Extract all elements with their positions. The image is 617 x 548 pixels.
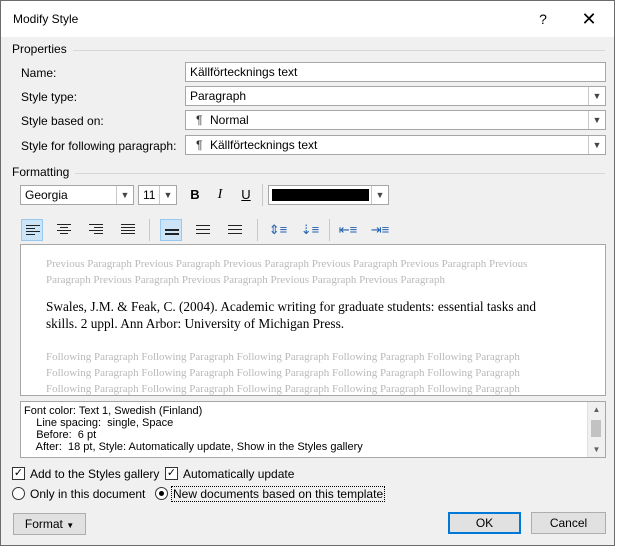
- chevron-down-icon[interactable]: ▼: [116, 186, 133, 204]
- formatting-section-label: Formatting: [12, 165, 70, 179]
- align-left-button[interactable]: [21, 219, 43, 241]
- style-based-on-value: Normal: [210, 113, 249, 127]
- paragraph-mark-icon: ¶: [196, 138, 203, 152]
- description-line: After: 18 pt, Style: Automatically updat…: [24, 441, 363, 453]
- properties-divider: [73, 50, 605, 51]
- scrollbar-thumb[interactable]: [591, 420, 601, 437]
- increase-indent-button[interactable]: ⇥≡: [369, 219, 391, 241]
- align-left-icon: [26, 225, 40, 237]
- chevron-down-icon[interactable]: ▼: [588, 87, 605, 105]
- font-color-dropdown[interactable]: ▼: [268, 185, 389, 205]
- increase-indent-icon: ⇥≡: [370, 222, 390, 237]
- new-documents-label[interactable]: New documents based on this template: [171, 486, 386, 502]
- dialog-title: Modify Style: [13, 12, 79, 26]
- sample-paragraph-text: Swales, J.M. & Feak, C. (2004). Academic…: [46, 299, 537, 331]
- justify-button[interactable]: [117, 219, 139, 241]
- format-button[interactable]: Format ▼: [13, 513, 86, 535]
- name-field[interactable]: Källförtecknings text: [185, 62, 606, 82]
- format-button-label: Format: [24, 517, 63, 531]
- style-type-value: Paragraph: [190, 89, 247, 103]
- toolbar-separator: [149, 219, 150, 241]
- style-type-dropdown[interactable]: Paragraph ▼: [185, 86, 606, 106]
- chevron-down-icon[interactable]: ▼: [588, 136, 605, 154]
- following-paragraph-value: Källförtecknings text: [210, 138, 318, 152]
- toolbar-separator: [262, 184, 263, 206]
- following-line: Following Paragraph Following Paragraph …: [46, 351, 520, 363]
- radio-selected-dot: [159, 491, 164, 496]
- align-right-icon: [89, 224, 103, 236]
- previous-paragraph-text: Previous Paragraph Previous Paragraph Pr…: [46, 258, 528, 286]
- paragraph-mark-icon: ¶: [196, 113, 203, 127]
- align-right-button[interactable]: [85, 219, 107, 241]
- double-spacing-icon: [228, 224, 242, 236]
- font-dropdown[interactable]: Georgia ▼: [20, 185, 134, 205]
- align-center-icon: [57, 224, 71, 236]
- style-based-on-label: Style based on:: [21, 114, 104, 128]
- checkmark-icon: ✓: [13, 467, 24, 479]
- single-spacing-button[interactable]: [160, 219, 182, 241]
- name-value: Källförtecknings text: [190, 65, 298, 79]
- chevron-down-icon[interactable]: ▼: [159, 186, 176, 204]
- align-center-button[interactable]: [53, 219, 75, 241]
- style-preview-pane: Previous Paragraph Previous Paragraph Pr…: [20, 244, 606, 396]
- scroll-up-icon[interactable]: ▲: [588, 405, 605, 414]
- underline-button[interactable]: U: [235, 184, 257, 206]
- ok-button[interactable]: OK: [448, 512, 521, 534]
- close-icon[interactable]: ✕: [571, 6, 607, 32]
- decrease-indent-button[interactable]: ⇤≡: [337, 219, 359, 241]
- title-bar: Modify Style ? ✕: [1, 1, 614, 37]
- following-line: Following Paragraph Following Paragraph …: [46, 383, 520, 395]
- double-spacing-button[interactable]: [224, 219, 246, 241]
- add-to-gallery-label[interactable]: Add to the Styles gallery: [30, 467, 159, 481]
- paragraph-spacing-up-icon: ⇕≡: [268, 222, 288, 237]
- auto-update-checkbox[interactable]: ✓: [165, 467, 178, 480]
- single-spacing-icon: [165, 225, 179, 237]
- add-to-gallery-checkbox[interactable]: ✓: [12, 467, 25, 480]
- chevron-down-icon: ▼: [66, 521, 75, 530]
- font-color-swatch: [272, 189, 369, 201]
- bold-button[interactable]: B: [184, 184, 206, 206]
- decrease-paragraph-spacing-button[interactable]: ⇣≡: [299, 219, 321, 241]
- new-documents-radio[interactable]: [155, 487, 168, 500]
- following-paragraph-text: Following Paragraph Following Paragraph …: [46, 349, 566, 397]
- name-label: Name:: [21, 66, 57, 80]
- paragraph-spacing-down-icon: ⇣≡: [300, 222, 320, 237]
- following-paragraph-dropdown[interactable]: ¶ Källförtecknings text ▼: [185, 135, 606, 155]
- italic-button[interactable]: I: [209, 184, 231, 206]
- properties-section-label: Properties: [12, 42, 67, 56]
- description-line: Before: 6 pt: [24, 429, 97, 441]
- following-paragraph-label: Style for following paragraph:: [21, 139, 177, 153]
- decrease-indent-icon: ⇤≡: [338, 222, 358, 237]
- only-this-document-radio[interactable]: [12, 487, 25, 500]
- justify-icon: [121, 224, 135, 236]
- style-type-label: Style type:: [21, 90, 78, 104]
- style-based-on-dropdown[interactable]: ¶ Normal ▼: [185, 110, 606, 130]
- one-half-spacing-button[interactable]: [192, 219, 214, 241]
- font-value: Georgia: [25, 188, 68, 202]
- auto-update-label[interactable]: Automatically update: [183, 467, 294, 481]
- scroll-down-icon[interactable]: ▼: [588, 445, 605, 454]
- question-mark-icon[interactable]: ?: [525, 6, 561, 32]
- checkmark-icon: ✓: [166, 467, 177, 479]
- only-this-document-label[interactable]: Only in this document: [30, 487, 145, 501]
- toolbar-separator: [257, 219, 258, 241]
- style-description-box[interactable]: Font color: Text 1, Swedish (Finland) Li…: [20, 401, 606, 458]
- description-line: Line spacing: single, Space: [24, 417, 174, 429]
- chevron-down-icon[interactable]: ▼: [588, 111, 605, 129]
- modify-style-dialog: Modify Style ? ✕ Properties Name: Källfö…: [0, 0, 615, 546]
- font-size-value: 11: [143, 188, 156, 202]
- increase-paragraph-spacing-button[interactable]: ⇕≡: [267, 219, 289, 241]
- cancel-button[interactable]: Cancel: [531, 512, 606, 534]
- font-size-dropdown[interactable]: 11 ▼: [138, 185, 177, 205]
- description-scrollbar[interactable]: ▲ ▼: [587, 402, 605, 457]
- following-line: Following Paragraph Following Paragraph …: [46, 367, 520, 379]
- one-half-spacing-icon: [196, 224, 210, 236]
- chevron-down-icon[interactable]: ▼: [371, 186, 388, 204]
- description-line: Font color: Text 1, Swedish (Finland): [24, 405, 203, 417]
- formatting-divider: [75, 173, 605, 174]
- toolbar-separator: [329, 219, 330, 241]
